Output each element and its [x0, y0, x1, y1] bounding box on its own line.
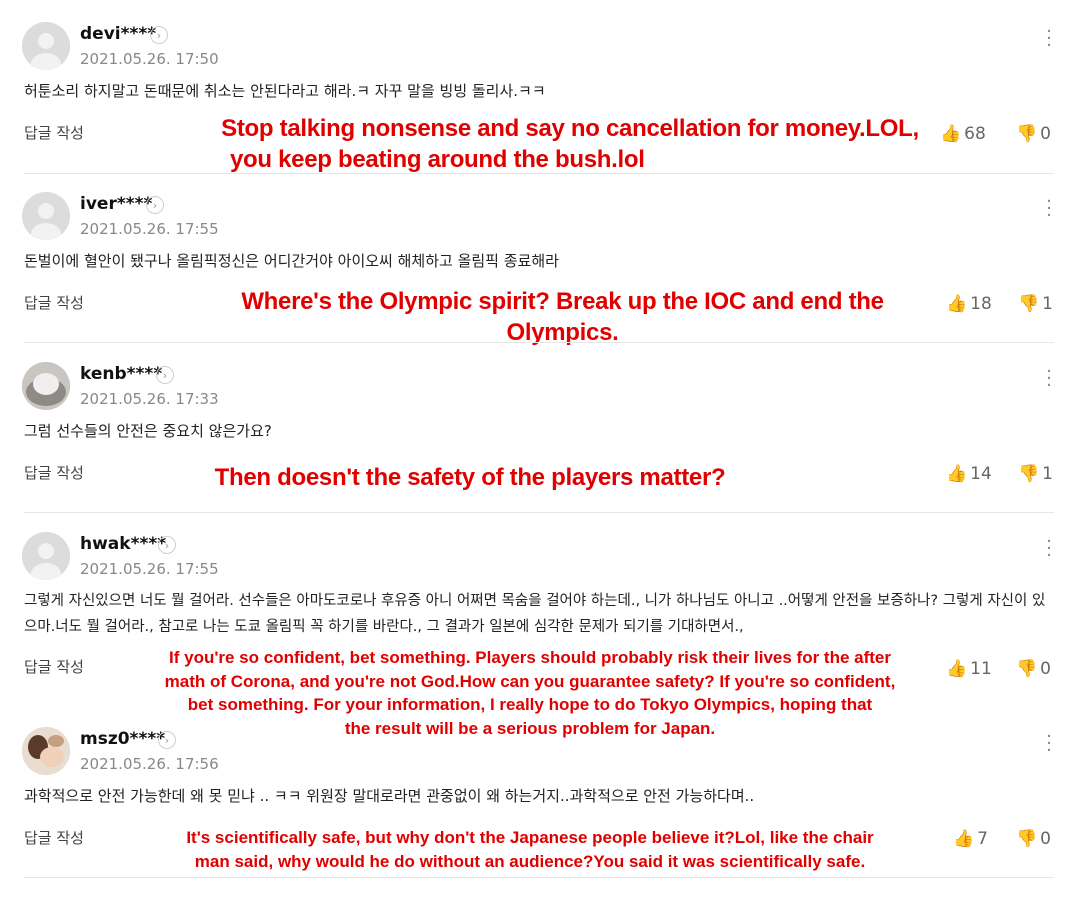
- reply-button[interactable]: 답글 작성: [24, 292, 84, 313]
- translation-line: Where's the Olympic spirit? Break up the…: [241, 288, 884, 346]
- like-count: 18: [970, 294, 992, 314]
- like-count: 11: [970, 659, 992, 679]
- dislike-count: 1: [1042, 464, 1053, 484]
- chevron-right-icon[interactable]: ›: [158, 536, 176, 554]
- comment-text: 그럼 선수들의 안전은 중요치 않은가요?: [24, 422, 272, 440]
- dislike-count: 0: [1040, 124, 1051, 144]
- translation-overlay: Stop talking nonsense and say no cancell…: [200, 113, 940, 175]
- like-count: 68: [964, 124, 986, 144]
- more-options-icon[interactable]: · · ·: [1046, 23, 1052, 55]
- thumbs-down-icon: 👎: [1018, 464, 1040, 484]
- profile-photo-icon: [22, 727, 70, 775]
- dislike-button[interactable]: 👎 0: [1016, 829, 1051, 849]
- translation-overlay: It's scientifically safe, but why don't …: [130, 826, 930, 873]
- avatar[interactable]: [22, 362, 70, 410]
- comment-date: 2021.05.26. 17:50: [80, 50, 219, 68]
- divider: [24, 512, 1054, 513]
- like-button[interactable]: 👍 14: [946, 464, 992, 484]
- comment-date: 2021.05.26. 17:56: [80, 755, 219, 773]
- default-avatar-icon: [22, 532, 70, 580]
- translation-line: you keep beating around the bush.lol: [230, 146, 645, 173]
- translation-line: bet something. For your information, I r…: [187, 695, 873, 714]
- translation-line: Then doesn't the safety of the players m…: [214, 464, 726, 491]
- dislike-count: 1: [1042, 294, 1053, 314]
- thumbs-up-icon: 👍: [953, 829, 975, 849]
- translation-overlay: Then doesn't the safety of the players m…: [205, 462, 735, 493]
- like-button[interactable]: 👍 11: [946, 659, 992, 679]
- like-button[interactable]: 👍 7: [953, 829, 988, 849]
- more-options-icon[interactable]: · · ·: [1046, 728, 1052, 760]
- comment-date: 2021.05.26. 17:55: [80, 220, 219, 238]
- divider: [24, 173, 1054, 174]
- translation-line: If you're so confident, bet something. P…: [169, 648, 891, 667]
- default-avatar-icon: [22, 192, 70, 240]
- comment-text: 돈벌이에 혈안이 됐구나 올림픽정신은 어디간거야 아이오씨 해체하고 올림픽 …: [24, 252, 559, 270]
- thumbs-down-icon: 👎: [1016, 829, 1038, 849]
- thumbs-up-icon: 👍: [946, 464, 968, 484]
- dislike-count: 0: [1040, 829, 1051, 849]
- thumbs-up-icon: 👍: [940, 124, 962, 144]
- avatar[interactable]: [22, 192, 70, 240]
- like-button[interactable]: 👍 18: [946, 294, 992, 314]
- avatar[interactable]: [22, 532, 70, 580]
- dislike-button[interactable]: 👎 0: [1016, 124, 1051, 144]
- translation-line: math of Corona, and you're not God.How c…: [164, 671, 896, 691]
- reply-button[interactable]: 답글 작성: [24, 827, 84, 848]
- thumbs-up-icon: 👍: [946, 294, 968, 314]
- reply-button[interactable]: 답글 작성: [24, 462, 84, 483]
- default-avatar-icon: [22, 22, 70, 70]
- more-options-icon[interactable]: · · ·: [1046, 533, 1052, 565]
- more-options-icon[interactable]: · · ·: [1046, 193, 1052, 225]
- like-count: 7: [977, 829, 988, 849]
- chevron-right-icon[interactable]: ›: [156, 366, 174, 384]
- avatar[interactable]: [22, 727, 70, 775]
- comment-date: 2021.05.26. 17:55: [80, 560, 219, 578]
- translation-line: It's scientifically safe, but why don't …: [186, 828, 874, 847]
- username[interactable]: hwak****: [80, 534, 166, 554]
- chevron-right-icon[interactable]: ›: [150, 26, 168, 44]
- like-button[interactable]: 👍 68: [940, 124, 986, 144]
- reply-button[interactable]: 답글 작성: [24, 656, 84, 677]
- dislike-button[interactable]: 👎 1: [1018, 464, 1053, 484]
- comment-date: 2021.05.26. 17:33: [80, 390, 219, 408]
- dislike-button[interactable]: 👎 0: [1016, 659, 1051, 679]
- more-options-icon[interactable]: · · ·: [1046, 363, 1052, 395]
- dislike-count: 0: [1040, 659, 1051, 679]
- translation-line: man said, why would he do without an aud…: [194, 851, 866, 871]
- thumbs-down-icon: 👎: [1016, 124, 1038, 144]
- divider: [24, 342, 1054, 343]
- chevron-right-icon[interactable]: ›: [146, 196, 164, 214]
- translation-line: Stop talking nonsense and say no cancell…: [221, 115, 919, 142]
- comment-text: 과학적으로 안전 가능한데 왜 못 믿냐 .. ㅋㅋ 위원장 말대로라면 관중없…: [24, 787, 755, 805]
- dislike-button[interactable]: 👎 1: [1018, 294, 1053, 314]
- username[interactable]: iver****: [80, 194, 152, 214]
- profile-photo-icon: [22, 362, 70, 410]
- translation-overlay: If you're so confident, bet something. P…: [110, 646, 950, 740]
- like-count: 14: [970, 464, 992, 484]
- avatar[interactable]: [22, 22, 70, 70]
- comment-text: 그렇게 자신있으면 너도 뭘 걸어라. 선수들은 아마도코로나 후유증 아니 어…: [24, 593, 1046, 635]
- username[interactable]: devi****: [80, 24, 156, 44]
- thumbs-down-icon: 👎: [1018, 294, 1040, 314]
- username[interactable]: kenb****: [80, 364, 162, 384]
- reply-button[interactable]: 답글 작성: [24, 122, 84, 143]
- translation-overlay: Where's the Olympic spirit? Break up the…: [190, 286, 935, 348]
- translation-line: the result will be a serious problem for…: [344, 718, 716, 738]
- thumbs-down-icon: 👎: [1016, 659, 1038, 679]
- comment-text: 허툰소리 하지말고 돈때문에 취소는 안된다라고 해라.ㅋ 자꾸 말을 빙빙 돌…: [24, 82, 546, 100]
- divider: [24, 877, 1054, 878]
